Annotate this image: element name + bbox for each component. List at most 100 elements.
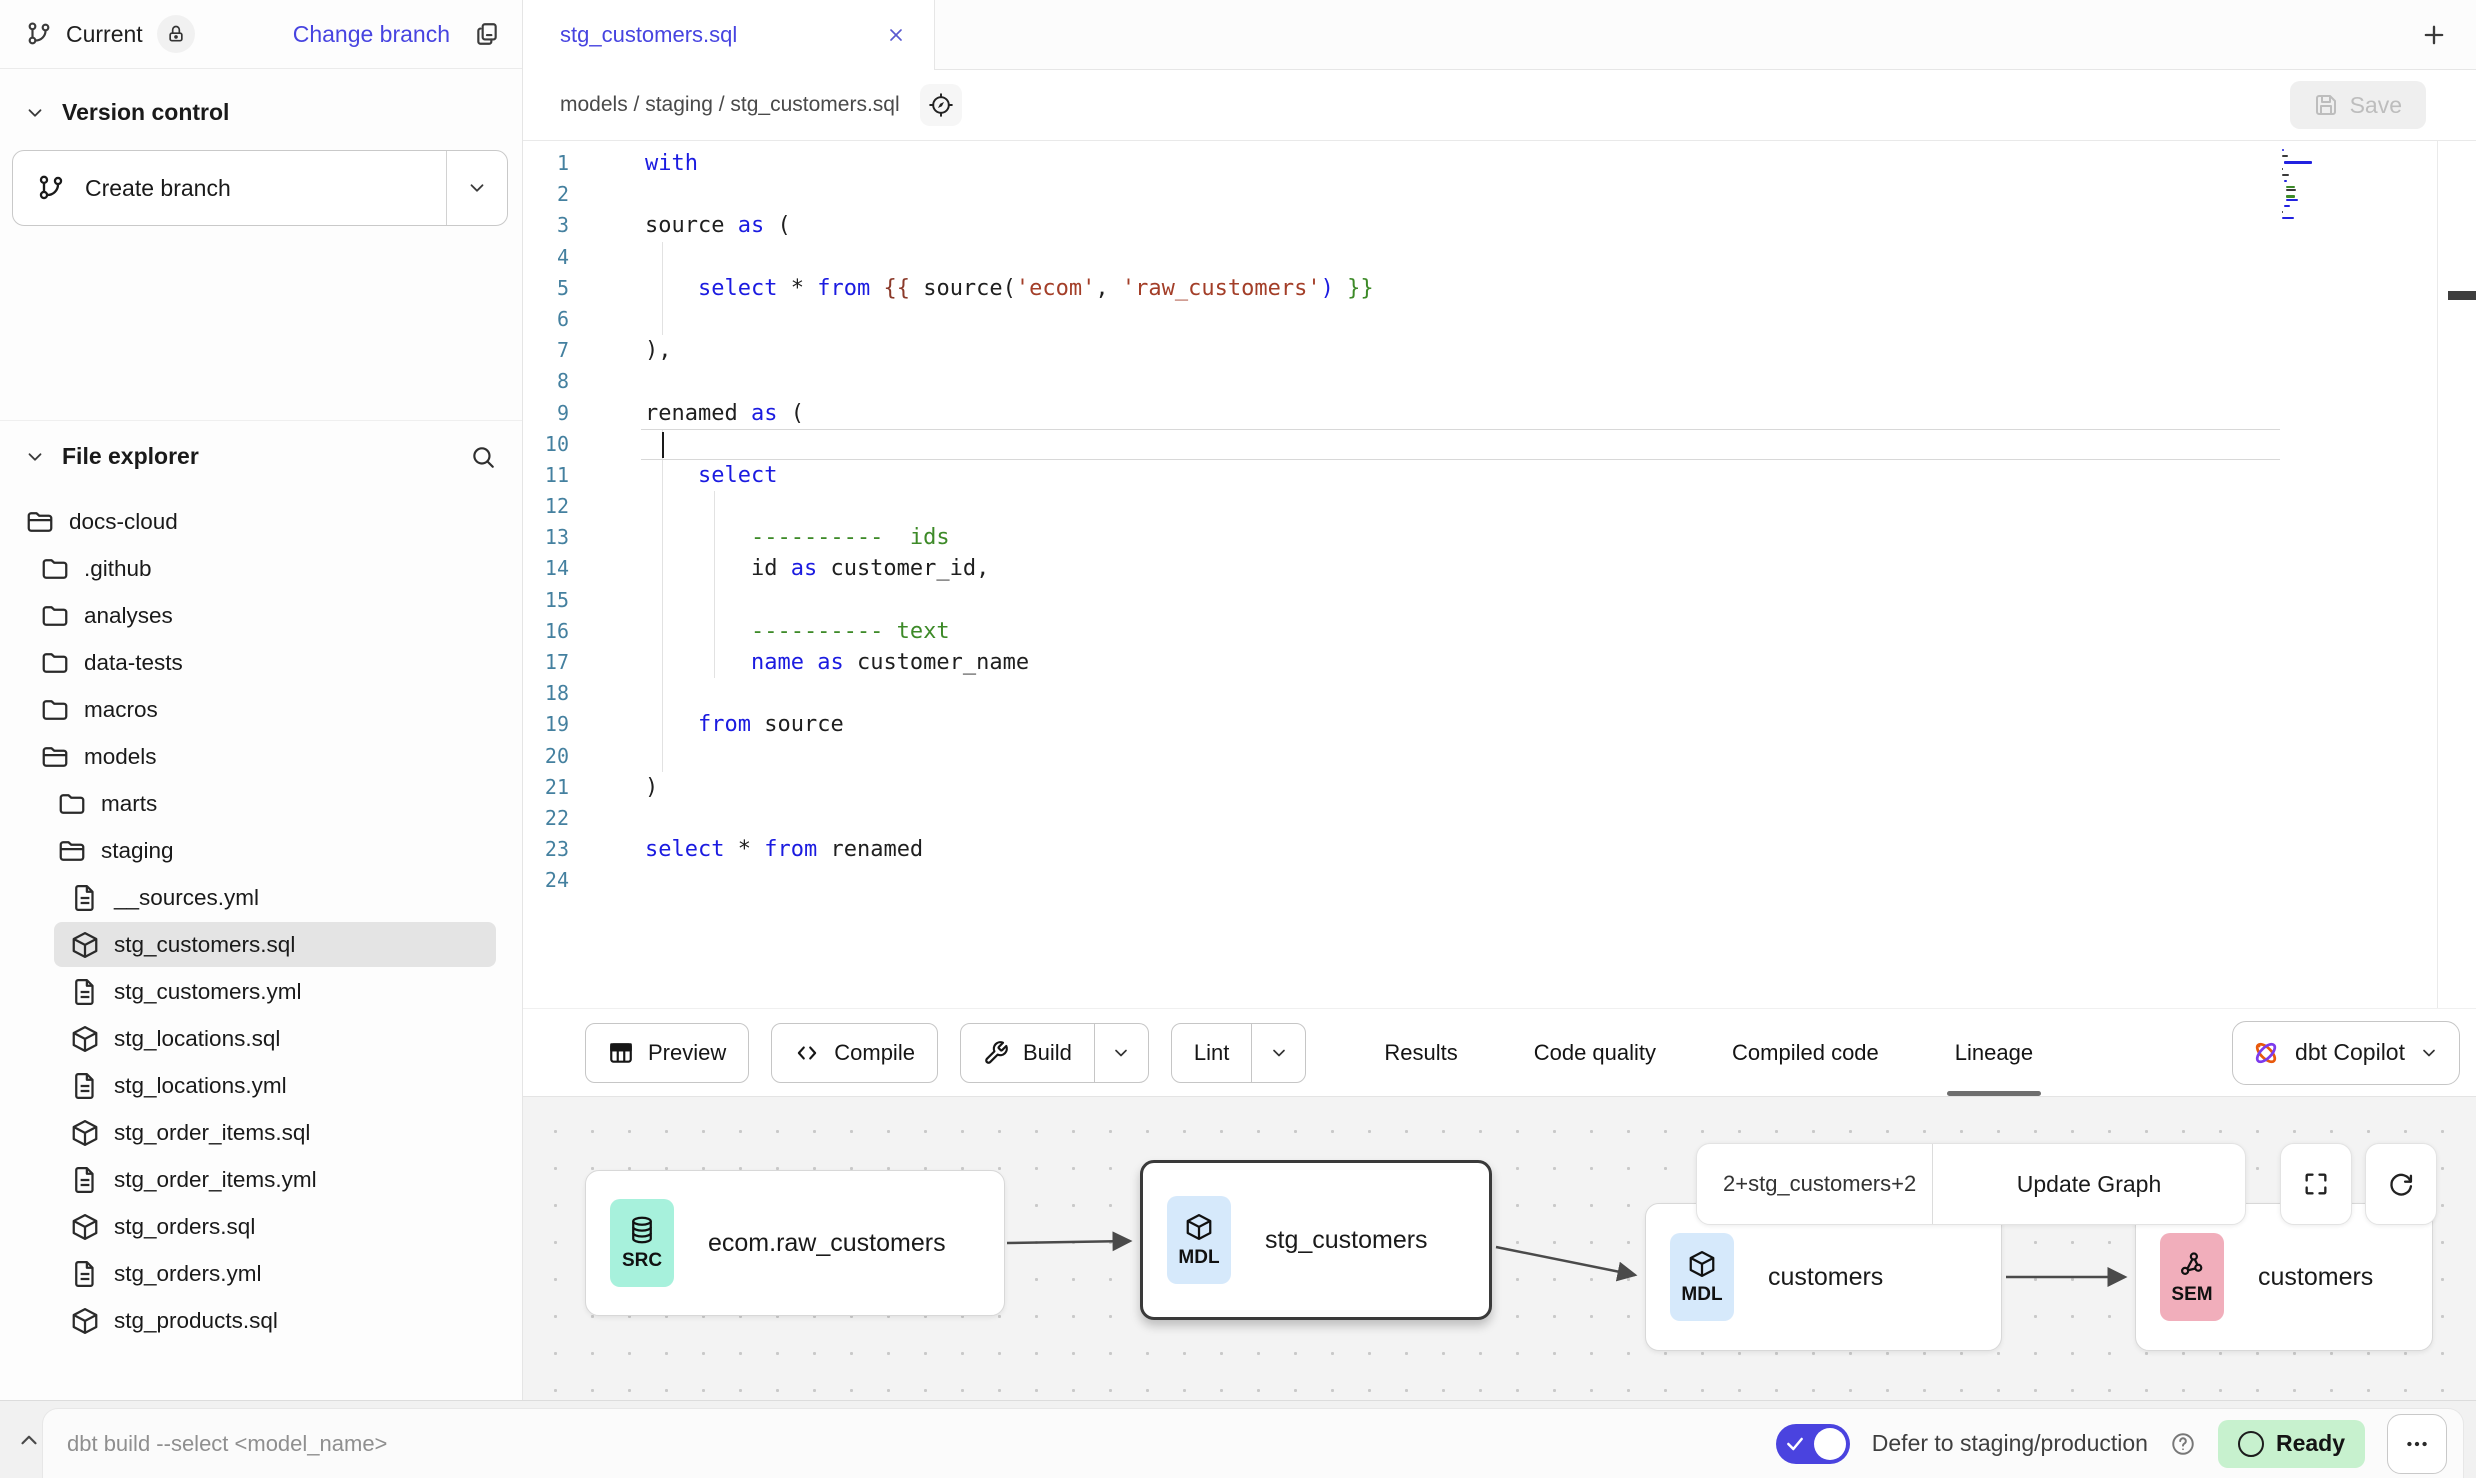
ide-status-badge[interactable]: Ready [2218, 1420, 2365, 1468]
command-input[interactable]: dbt build --select <model_name> [67, 1431, 387, 1457]
code-line-14[interactable]: 14 id as customer_id, [523, 553, 2476, 584]
tree-item-label: data-tests [84, 650, 183, 676]
version-control-header[interactable]: Version control [0, 69, 522, 126]
code-line-12[interactable]: 12 [523, 491, 2476, 522]
tree-item-stg-order-items-sql[interactable]: stg_order_items.sql [0, 1109, 522, 1156]
lineage-node-customers-semantic[interactable]: SEM customers [2135, 1203, 2433, 1351]
tree-item-models[interactable]: models [0, 733, 522, 780]
create-branch-button[interactable]: Create branch [12, 150, 508, 226]
tab-stg-customers-sql[interactable]: stg_customers.sql [523, 0, 935, 70]
explore-button[interactable] [920, 84, 962, 126]
tab-code-quality[interactable]: Code quality [1534, 1009, 1656, 1096]
lock-icon [166, 24, 186, 44]
tree-item-docs-cloud[interactable]: docs-cloud [0, 498, 522, 545]
line-text: source as ( [645, 210, 791, 241]
code-line-19[interactable]: 19 from source [523, 709, 2476, 740]
preview-button[interactable]: Preview [585, 1023, 749, 1083]
tree-item-macros[interactable]: macros [0, 686, 522, 733]
create-branch-main[interactable]: Create branch [13, 151, 446, 225]
code-line-1[interactable]: 1with [523, 148, 2476, 179]
line-text: select [645, 460, 777, 491]
tree-item-label: stg_order_items.sql [114, 1120, 310, 1146]
dbt-copilot-button[interactable]: dbt Copilot [2232, 1021, 2460, 1085]
build-dropdown[interactable] [1094, 1024, 1148, 1082]
tab-results[interactable]: Results [1384, 1009, 1457, 1096]
code-line-22[interactable]: 22 [523, 803, 2476, 834]
editor-toolbar: Preview Compile Build [523, 1008, 2476, 1097]
dbt-cloud-ide: Current Change branch Version control [0, 0, 2476, 1478]
code-line-16[interactable]: 16 ---------- text [523, 616, 2476, 647]
tree-item-data-tests[interactable]: data-tests [0, 639, 522, 686]
code-line-11[interactable]: 11 select [523, 460, 2476, 491]
lint-button[interactable]: Lint [1171, 1023, 1306, 1083]
tree-item-stg-locations-yml[interactable]: stg_locations.yml [0, 1062, 522, 1109]
code-editor[interactable]: 1with23source as (45 select * from {{ so… [523, 141, 2476, 1008]
expand-panel-button[interactable] [16, 1427, 42, 1453]
tree-item--sources-yml[interactable]: __sources.yml [0, 874, 522, 921]
tree-item-stg-locations-sql[interactable]: stg_locations.sql [0, 1015, 522, 1062]
tree-item--github[interactable]: .github [0, 545, 522, 592]
scrollbar-thumb[interactable] [2448, 291, 2476, 300]
code-line-9[interactable]: 9renamed as ( [523, 398, 2476, 429]
tree-item-stg-orders-yml[interactable]: stg_orders.yml [0, 1250, 522, 1297]
code-line-21[interactable]: 21) [523, 772, 2476, 803]
change-branch-link[interactable]: Change branch [293, 21, 450, 48]
code-line-6[interactable]: 6 [523, 304, 2476, 335]
tree-item-label: staging [101, 838, 174, 864]
code-line-4[interactable]: 4 [523, 242, 2476, 273]
update-graph-button[interactable]: Update Graph [1932, 1144, 2245, 1224]
code-line-20[interactable]: 20 [523, 741, 2476, 772]
copilot-label: dbt Copilot [2295, 1039, 2405, 1066]
lineage-node-stg-customers[interactable]: MDL stg_customers [1140, 1160, 1492, 1320]
defer-toggle[interactable] [1776, 1424, 1850, 1464]
search-icon[interactable] [470, 444, 496, 470]
refresh-button[interactable] [2365, 1143, 2437, 1225]
git-branch-icon [26, 21, 52, 47]
tab-lineage[interactable]: Lineage [1955, 1009, 2033, 1096]
tree-item-analyses[interactable]: analyses [0, 592, 522, 639]
code-line-13[interactable]: 13 ---------- ids [523, 522, 2476, 553]
more-options-button[interactable] [2387, 1414, 2447, 1474]
lineage-node-customers-model[interactable]: MDL customers [1645, 1203, 2002, 1351]
chevron-up-icon [16, 1427, 42, 1453]
code-line-8[interactable]: 8 [523, 366, 2476, 397]
tree-item-stg-customers-sql[interactable]: stg_customers.sql [0, 921, 522, 968]
tab-compiled-code[interactable]: Compiled code [1732, 1009, 1879, 1096]
tree-item-marts[interactable]: marts [0, 780, 522, 827]
create-branch-label: Create branch [85, 175, 231, 202]
tree-item-stg-products-sql[interactable]: stg_products.sql [0, 1297, 522, 1344]
build-button[interactable]: Build [960, 1023, 1149, 1083]
lineage-panel[interactable]: SRC ecom.raw_customers MDL stg_customers [523, 1097, 2476, 1400]
tree-item-label: .github [84, 556, 152, 582]
help-icon[interactable] [2170, 1431, 2196, 1457]
code-line-5[interactable]: 5 select * from {{ source('ecom', 'raw_c… [523, 273, 2476, 304]
tree-item-stg-orders-sql[interactable]: stg_orders.sql [0, 1203, 522, 1250]
chevron-down-icon [24, 446, 46, 468]
code-line-23[interactable]: 23select * from renamed [523, 834, 2476, 865]
copy-icon[interactable] [474, 21, 500, 47]
create-branch-dropdown[interactable] [446, 151, 507, 225]
code-line-7[interactable]: 7), [523, 335, 2476, 366]
lint-dropdown[interactable] [1251, 1024, 1305, 1082]
code-line-18[interactable]: 18 [523, 678, 2476, 709]
model-icon [70, 1212, 100, 1242]
tree-item-stg-order-items-yml[interactable]: stg_order_items.yml [0, 1156, 522, 1203]
tree-item-staging[interactable]: staging [0, 827, 522, 874]
code-line-24[interactable]: 24 [523, 865, 2476, 896]
code-line-17[interactable]: 17 name as customer_name [523, 647, 2476, 678]
compile-button[interactable]: Compile [771, 1023, 938, 1083]
command-bar[interactable]: dbt build --select <model_name> Defer to… [42, 1408, 2464, 1478]
lineage-selector-input[interactable]: 2+stg_customers+2 [1697, 1144, 1932, 1224]
fullscreen-button[interactable] [2280, 1143, 2352, 1225]
minimap[interactable] [2282, 149, 2340, 223]
tree-item-stg-customers-yml[interactable]: stg_customers.yml [0, 968, 522, 1015]
new-tab-button[interactable] [2420, 21, 2448, 49]
code-line-3[interactable]: 3source as ( [523, 210, 2476, 241]
code-line-15[interactable]: 15 [523, 585, 2476, 616]
file-explorer-header[interactable]: File explorer [0, 421, 522, 470]
code-line-2[interactable]: 2 [523, 179, 2476, 210]
save-button[interactable]: Save [2290, 81, 2426, 129]
code-line-10[interactable]: 10 [523, 429, 2476, 460]
lineage-node-source-raw-customers[interactable]: SRC ecom.raw_customers [585, 1170, 1005, 1316]
close-icon[interactable] [886, 25, 906, 45]
